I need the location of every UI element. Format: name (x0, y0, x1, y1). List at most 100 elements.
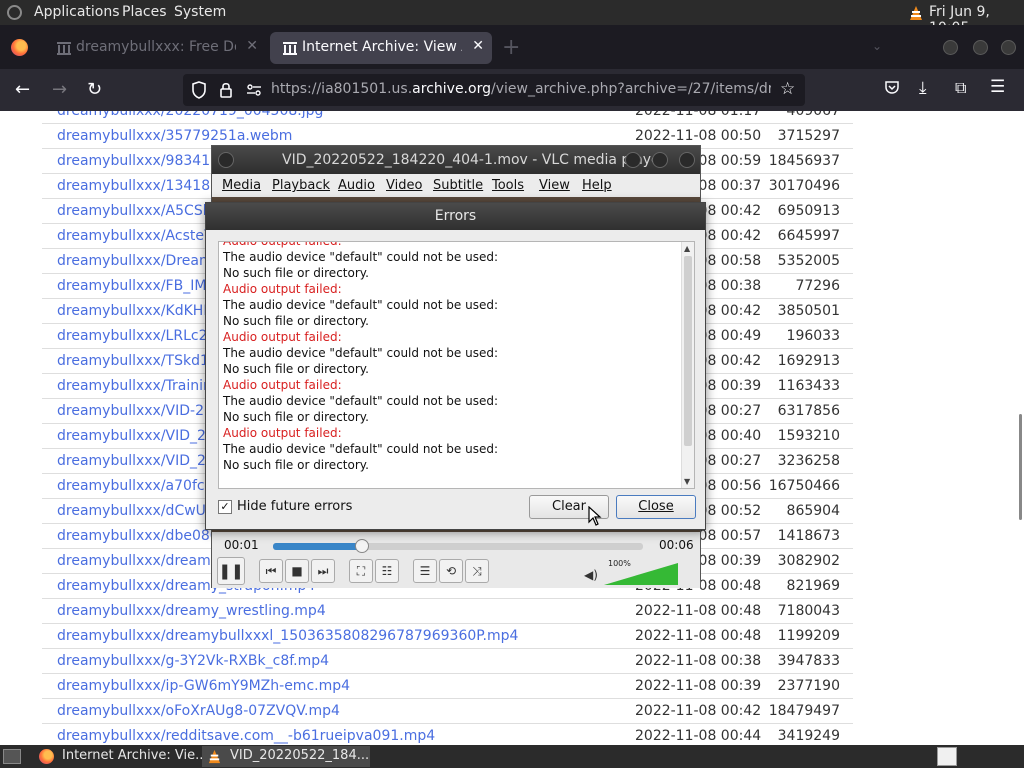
taskbar-vlc[interactable]: VID_20220522_184... (202, 746, 370, 767)
reload-icon[interactable]: ↻ (87, 79, 102, 100)
minimize-window-icon[interactable] (625, 152, 641, 168)
applications-menu[interactable]: Applications (34, 4, 120, 20)
file-link[interactable]: dreamybullxxx/LRLc2DT (57, 328, 227, 344)
menu-audio[interactable]: Audio (338, 178, 375, 193)
error-log-scrollbar[interactable]: ▲ ▼ (681, 242, 694, 488)
download-icon[interactable]: ⤓ (919, 78, 927, 98)
file-link[interactable]: dreamybullxxx/Dreamy_ (57, 253, 228, 269)
show-desktop-icon[interactable] (3, 749, 21, 764)
previous-button[interactable]: ⏮ (259, 559, 283, 583)
close-window-icon[interactable] (679, 152, 695, 168)
vlc-titlebar[interactable]: VID_20220522_184220_404-1.mov - VLC medi… (212, 146, 700, 174)
file-link[interactable]: dreamybullxxx/A5CSbK (57, 203, 221, 219)
extended-settings-button[interactable]: ☷ (375, 559, 399, 583)
file-link[interactable]: dreamybullxxx/FB_IMG_ (57, 278, 224, 294)
menu-tools[interactable]: Tools (492, 178, 524, 193)
speaker-icon[interactable]: ◀) (584, 568, 598, 582)
error-line: Audio output failed: (223, 378, 342, 392)
file-link[interactable]: dreamybullxxx/VID_228 (57, 453, 224, 469)
file-link[interactable]: dreamybullxxx/oFoXrAUg8-07ZVQV.mp4 (57, 703, 340, 719)
seek-slider[interactable] (273, 539, 643, 553)
message-line: No such file or directory. (223, 362, 369, 376)
hamburger-menu-icon[interactable]: ☰ (990, 77, 1005, 97)
back-arrow-icon[interactable]: ← (15, 79, 30, 100)
volume-slider[interactable] (604, 563, 678, 585)
distro-logo-icon[interactable] (7, 5, 22, 20)
menu-view[interactable]: View (539, 178, 570, 193)
scroll-down-icon[interactable]: ▼ (684, 477, 690, 486)
bookmark-star-icon[interactable]: ☆ (780, 79, 795, 99)
window-menu-icon[interactable] (218, 152, 234, 168)
shuffle-button[interactable]: ⤨ (465, 559, 489, 583)
next-button[interactable]: ⏭ (311, 559, 335, 583)
minimize-window-icon[interactable] (943, 40, 958, 55)
menu-playback[interactable]: Playback (272, 178, 330, 193)
chevron-down-icon[interactable]: ⌄ (872, 39, 882, 53)
menu-video[interactable]: Video (386, 178, 422, 193)
tab-label: Internet Archive: View Archi (302, 39, 462, 55)
playlist-button[interactable]: ☰ (413, 559, 437, 583)
url-text[interactable]: https://ia801501.us.archive.org/view_arc… (271, 81, 771, 97)
file-link[interactable]: dreamybullxxx/dreamybullxxxl_15036358082… (57, 628, 518, 644)
file-link[interactable]: dreamybullxxx/KdKHRX (57, 303, 223, 319)
url-bar[interactable]: https://ia801501.us.archive.org/view_arc… (183, 74, 805, 106)
loop-button[interactable]: ⟲ (439, 559, 463, 583)
pocket-icon[interactable] (884, 79, 900, 95)
scroll-up-icon[interactable]: ▲ (684, 244, 690, 253)
close-icon[interactable]: ✕ (472, 38, 484, 54)
page-scrollbar[interactable] (1019, 414, 1022, 520)
file-link[interactable]: dreamybullxxx/ip-GW6mY9MZh-emc.mp4 (57, 678, 350, 694)
permissions-icon[interactable] (245, 81, 263, 99)
close-icon[interactable]: ✕ (246, 38, 258, 54)
file-link[interactable]: dreamybullxxx/AcsteYo (57, 228, 219, 244)
hide-future-errors-label[interactable]: Hide future errors (237, 499, 352, 514)
system-menu[interactable]: System (174, 4, 226, 20)
file-link[interactable]: dreamybullxxx/g-3Y2Vk-RXBk_c8f.mp4 (57, 653, 329, 669)
shield-icon[interactable] (191, 81, 207, 99)
vlc-tray-icon[interactable] (908, 5, 924, 21)
taskbar-firefox[interactable]: Internet Archive: Vie... (34, 746, 208, 767)
extensions-icon[interactable]: ⧉ (955, 78, 966, 98)
tab-internet-archive[interactable]: Internet Archive: View Archi ✕ (270, 32, 492, 64)
places-menu[interactable]: Places (122, 4, 167, 20)
notes-tray-icon[interactable] (937, 747, 957, 766)
table-row: dreamybullxxx/20220719_004508.jpg 2022-11… (42, 111, 853, 124)
file-link[interactable]: dreamybullxxx/98341912 (57, 153, 237, 169)
maximize-window-icon[interactable] (973, 40, 988, 55)
file-link[interactable]: dreamybullxxx/dreamy.m (57, 553, 235, 569)
file-link[interactable]: dreamybullxxx/Training. (57, 378, 225, 394)
forward-arrow-icon[interactable]: → (52, 79, 67, 100)
file-link[interactable]: dreamybullxxx/dCwUzM (57, 503, 225, 519)
pause-button[interactable]: ❚❚ (217, 557, 245, 585)
menu-help[interactable]: Help (582, 178, 612, 193)
fullscreen-button[interactable]: ⛶ (349, 559, 373, 583)
tab-dreamybullxxx[interactable]: dreamybullxxx: Free Dow ✕ (44, 32, 266, 64)
menu-subtitle[interactable]: Subtitle (433, 178, 483, 193)
errors-dialog-title[interactable]: Errors (206, 203, 705, 230)
file-link[interactable]: dreamybullxxx/20220719_004508.jpg (57, 111, 323, 119)
file-link[interactable]: dreamybullxxx/redditsave.com__-b61rueipv… (57, 728, 435, 744)
file-link[interactable]: dreamybullxxx/VID_202 (57, 428, 224, 444)
error-log[interactable]: Audio output failed: The audio device "de… (218, 241, 695, 489)
maximize-window-icon[interactable] (652, 152, 668, 168)
file-link[interactable]: dreamybullxxx/dbe080ac (57, 528, 235, 544)
new-tab-icon[interactable]: + (502, 35, 520, 60)
file-link[interactable]: dreamybullxxx/13418320 (57, 178, 237, 194)
hide-future-errors-checkbox[interactable]: ✓ (218, 500, 232, 514)
message-line: No such file or directory. (223, 458, 369, 472)
lock-icon[interactable] (219, 81, 233, 99)
stop-button[interactable]: ■ (285, 559, 309, 583)
taskbar-label: Internet Archive: Vie... (62, 748, 208, 763)
firefox-view-icon[interactable] (11, 39, 28, 56)
internet-archive-icon (283, 42, 297, 55)
scroll-thumb[interactable] (684, 256, 692, 446)
close-window-icon[interactable] (1001, 40, 1016, 55)
file-link[interactable]: dreamybullxxx/35779251a.webm (57, 128, 292, 144)
file-link[interactable]: dreamybullxxx/TSkd1he (57, 353, 226, 369)
close-button[interactable]: Close (616, 495, 696, 519)
browser-tab-bar: dreamybullxxx: Free Dow ✕ Internet Archi… (0, 25, 1024, 69)
menu-media[interactable]: Media (222, 178, 261, 193)
seek-handle[interactable] (354, 539, 369, 553)
file-link[interactable]: dreamybullxxx/dreamy_wrestling.mp4 (57, 603, 326, 619)
vlc-controls: 00:01 00:06 ❚❚ ⏮ ■ ⏭ ⛶ ☷ ☰ ⟲ ⤨ ◀) 100% (212, 532, 700, 588)
